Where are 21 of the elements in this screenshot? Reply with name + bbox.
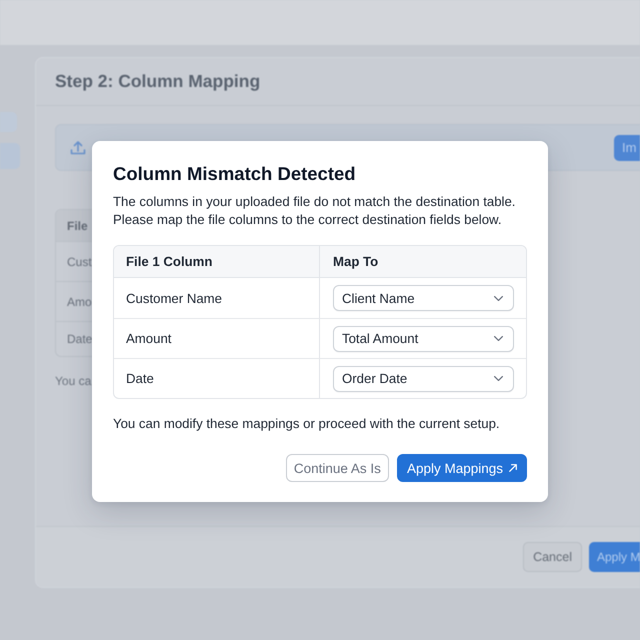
- helper-text: You ca: [55, 373, 92, 389]
- dialog-note: You can modify these mappings or proceed with the current setup.: [113, 415, 501, 433]
- dialog-description: The columns in your uploaded file do not match the destination table. Please map the file columns to the correct destination fields below.: [113, 193, 516, 229]
- chevron-down-icon: [494, 336, 503, 341]
- column-header: File 1 Column: [114, 246, 320, 278]
- dialog-title: Column Mismatch Detected: [113, 162, 357, 186]
- apply-button[interactable]: Apply Mappings: [396, 454, 527, 482]
- dropdown[interactable]: Order Date: [333, 366, 514, 392]
- dropdown[interactable]: Client Name: [333, 285, 514, 311]
- column-header: File: [56, 210, 92, 241]
- chevron-down-icon: [494, 296, 503, 300]
- table-cell: Customer Name: [114, 278, 320, 318]
- table-cell: Date: [114, 358, 320, 398]
- table-cell: Amount: [114, 318, 320, 358]
- upload-icon: [70, 140, 86, 156]
- column-header: Map To: [320, 246, 526, 278]
- arrow-up-right-icon: [509, 464, 517, 472]
- chevron-down-icon: [494, 376, 503, 381]
- dropdown[interactable]: Total Amount: [333, 326, 514, 352]
- continue-button[interactable]: Continue As Is: [286, 454, 389, 482]
- page-title: Step 2: Column Mapping: [55, 71, 260, 92]
